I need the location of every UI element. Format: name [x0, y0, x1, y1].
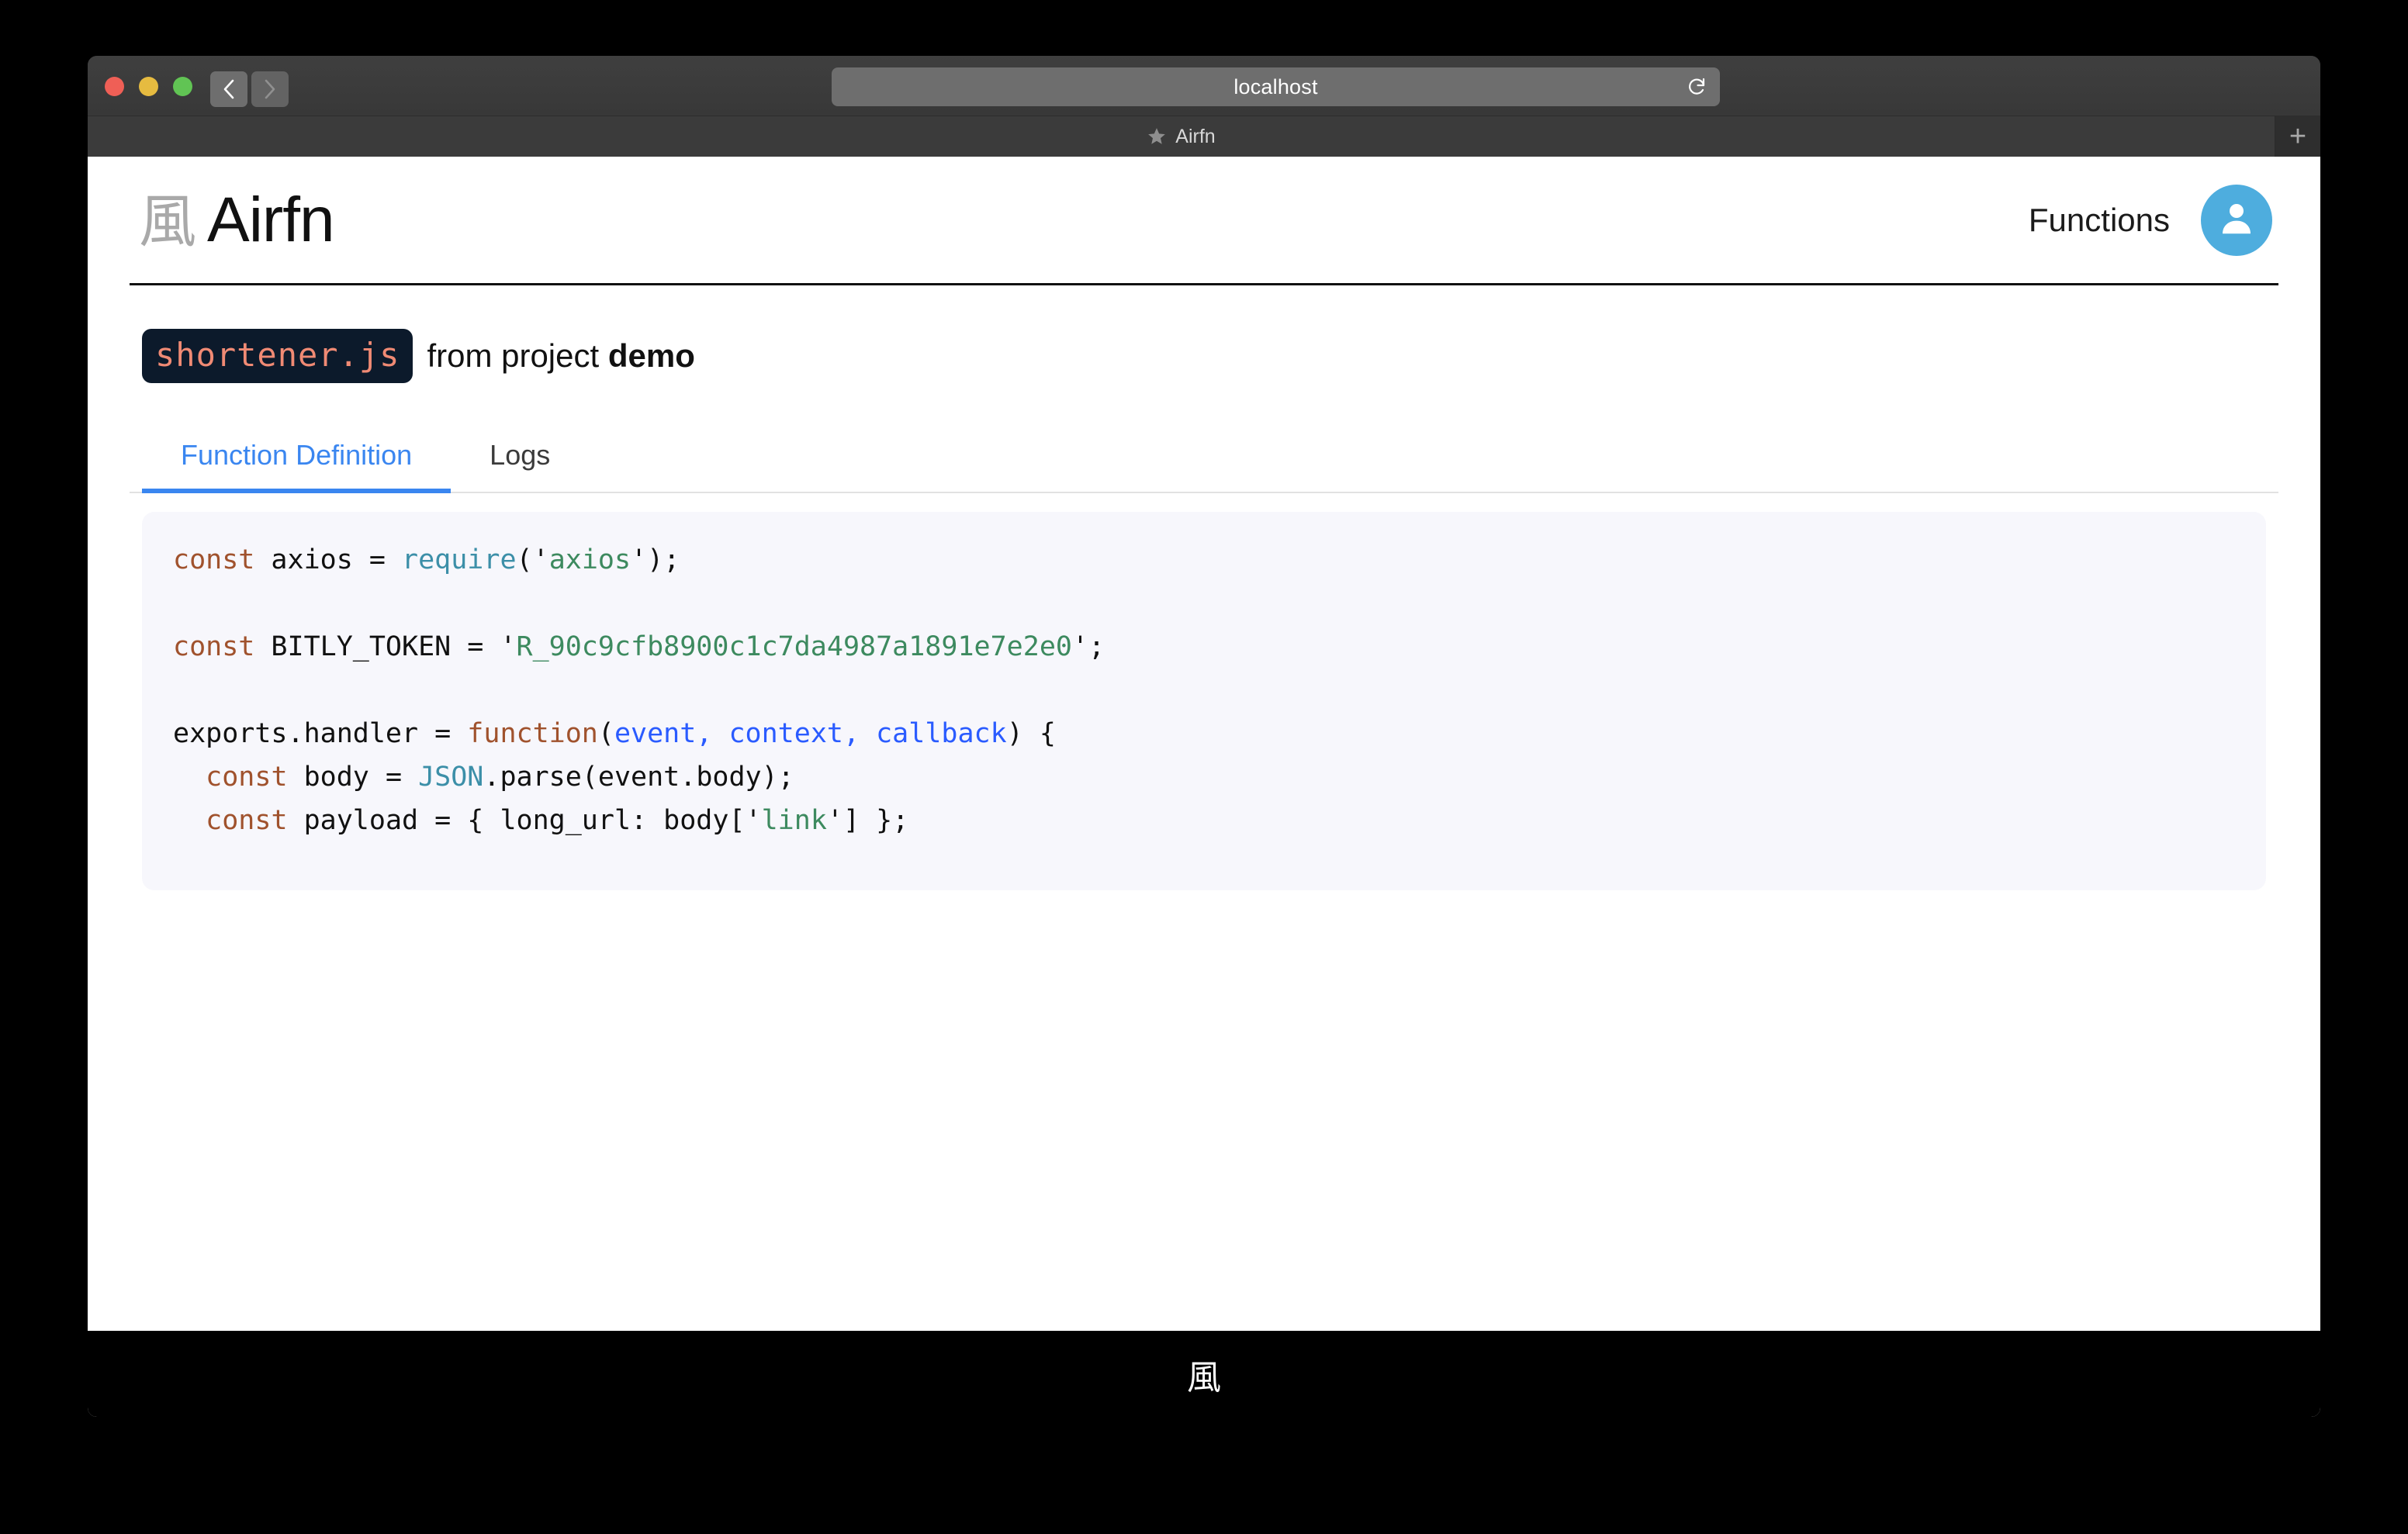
caption-prefix: from project: [427, 337, 608, 374]
file-title-row: shortener.js from project demo: [130, 329, 2278, 383]
close-window-button[interactable]: [105, 77, 124, 96]
address-text: localhost: [1233, 74, 1318, 98]
page-content: shortener.js from project demo Function …: [130, 285, 2278, 890]
chevron-left-icon: [221, 78, 237, 100]
brand-name: Airfn: [207, 184, 335, 255]
file-name-badge: shortener.js: [142, 329, 413, 383]
tab-logs[interactable]: Logs: [451, 431, 589, 492]
nav-link-functions[interactable]: Functions: [2029, 202, 2170, 239]
content-tabs: Function Definition Logs: [130, 431, 2278, 493]
code-block: const axios = require('axios'); const BI…: [173, 544, 1105, 836]
back-button[interactable]: [210, 71, 247, 107]
site-footer: 風: [88, 1331, 2320, 1417]
page-body: 風 Airfn Functions shortener.js from proj…: [88, 157, 2320, 1417]
file-project-caption: from project demo: [427, 337, 694, 375]
footer-brand-mark-icon: 風: [1187, 1357, 1221, 1398]
minimize-window-button[interactable]: [139, 77, 158, 96]
new-tab-button[interactable]: +: [2275, 116, 2320, 157]
window-controls: [105, 77, 192, 96]
brand-mark-icon: 風: [139, 188, 196, 255]
browser-tab-label: Airfn: [1175, 125, 1216, 147]
browser-tab-airfn[interactable]: Airfn: [88, 116, 2275, 157]
project-name: demo: [607, 337, 695, 374]
header-actions: Functions: [2029, 184, 2278, 256]
reload-icon[interactable]: [1687, 76, 1707, 98]
brand-logo[interactable]: 風 Airfn: [130, 184, 335, 255]
address-bar[interactable]: localhost: [832, 67, 1720, 106]
avatar[interactable]: [2201, 184, 2272, 256]
maximize-window-button[interactable]: [173, 77, 192, 96]
user-avatar-icon: [2216, 197, 2258, 243]
chevron-right-icon: [262, 78, 278, 100]
browser-titlebar: localhost: [88, 56, 2320, 116]
forward-button[interactable]: [251, 71, 289, 107]
browser-window: localhost Airfn + 風 Airfn Functions shor…: [88, 56, 2320, 1417]
browser-tabstrip: Airfn +: [88, 116, 2320, 157]
tab-function-definition[interactable]: Function Definition: [142, 431, 452, 493]
star-icon: [1147, 126, 1167, 147]
navigation-buttons: [210, 71, 289, 107]
site-header: 風 Airfn Functions: [130, 157, 2278, 285]
code-panel[interactable]: const axios = require('axios'); const BI…: [142, 512, 2266, 890]
